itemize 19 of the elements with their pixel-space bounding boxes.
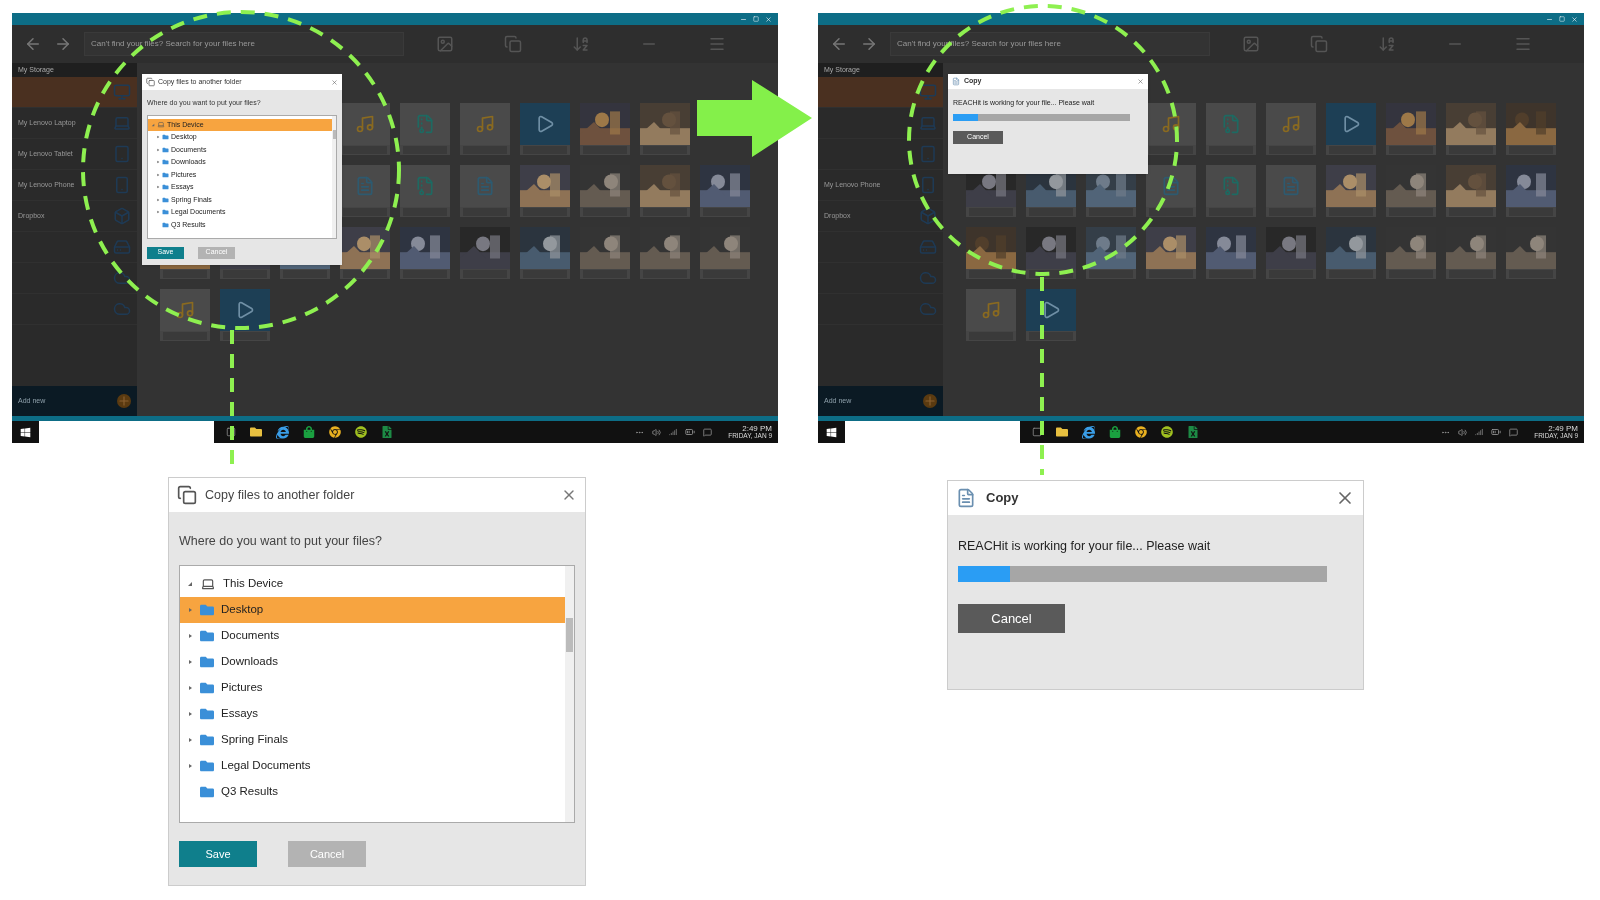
clock-time: 2:49 PM [1548,424,1578,433]
search-field[interactable]: Can't find your files? Search for your files here [890,32,1210,56]
tree-item[interactable]: Downloads [180,648,565,675]
dialog-title: Copy [986,489,1019,508]
tree-item[interactable]: Documents [180,622,565,649]
tree-item[interactable]: Pictures [180,674,565,701]
tree-item[interactable]: Desktop [180,596,565,623]
tree-item[interactable]: Legal Documents [180,752,565,779]
cancel-button[interactable]: Cancel [958,603,1065,633]
progress-message: REACHit is working for your file... Please wait [958,538,1212,555]
tree-item[interactable]: Q3 Results [180,778,565,805]
search-field[interactable]: Can't find your files? Search for your files here [84,32,404,56]
dialog-title: Copy files to another folder [205,486,355,504]
tree-item[interactable]: Spring Finals [180,726,565,753]
tree-item[interactable]: This Device [180,570,565,597]
clock-time: 2:49 PM [742,424,772,433]
tree-item[interactable]: Essays [180,700,565,727]
dialog-question: Where do you want to put your files? [179,533,383,550]
save-button[interactable]: Save [179,840,257,867]
